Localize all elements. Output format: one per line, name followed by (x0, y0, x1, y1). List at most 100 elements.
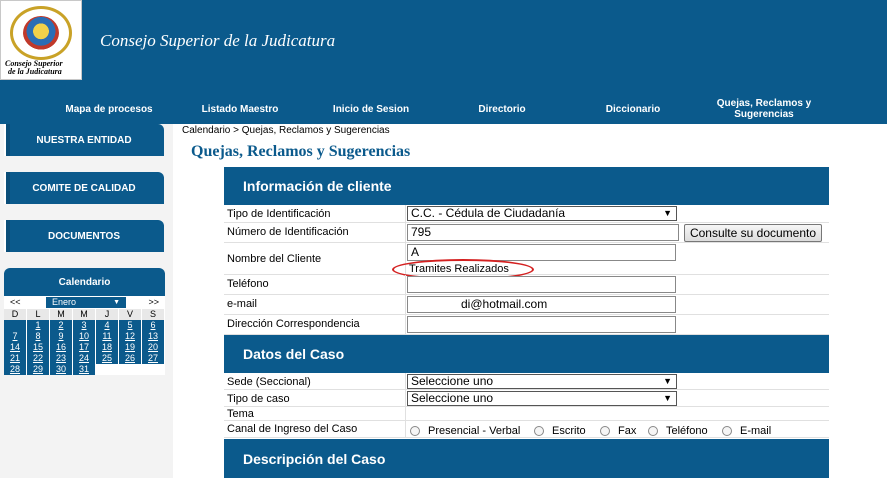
nav-item-listado-maestro[interactable]: Listado Maestro (180, 94, 300, 124)
radio-icon (722, 426, 732, 436)
calendar-day[interactable]: 14 (4, 342, 27, 353)
calendar-day[interactable]: 26 (119, 353, 142, 364)
id-type-value: C.C. - Cédula de Ciudadanía (411, 206, 566, 220)
calendar-day[interactable]: 1 (27, 320, 50, 331)
seal-icon (10, 6, 72, 60)
canal-option-label: Teléfono (666, 425, 708, 437)
sidebar-item-comite-de-calidad[interactable]: COMITE DE CALIDAD (4, 172, 164, 204)
calendar-day[interactable]: 2 (50, 320, 73, 331)
calendar-day[interactable]: 7 (4, 331, 27, 342)
canal-option-label: E-mail (740, 425, 772, 437)
logo[interactable]: Consejo Superior de la Judicatura (0, 0, 82, 80)
calendar-widget: Calendario << Enero ▼ >> DLMMJVS12345678… (4, 268, 165, 375)
calendar-day[interactable]: 20 (142, 342, 165, 353)
coat-of-arms-icon (23, 16, 59, 50)
calendar-blank-cell (119, 364, 142, 375)
logo-text: Consejo Superior de la Judicatura (5, 60, 79, 76)
calendar-day[interactable]: 8 (27, 331, 50, 342)
calendar-day[interactable]: 31 (73, 364, 96, 375)
sede-select[interactable]: Seleccione uno ▼ (407, 374, 677, 389)
consult-document-button[interactable]: Consulte su documento (684, 224, 822, 242)
calendar-day[interactable]: 15 (27, 342, 50, 353)
calendar-day[interactable]: 12 (119, 331, 142, 342)
address-input[interactable] (407, 316, 676, 333)
calendar-day[interactable]: 18 (96, 342, 119, 353)
sidebar-item-documentos[interactable]: DOCUMENTOS (4, 220, 164, 252)
calendar-day[interactable]: 21 (4, 353, 27, 364)
calendar-month-select[interactable]: Enero ▼ (46, 297, 126, 308)
calendar-day[interactable]: 5 (119, 320, 142, 331)
calendar-empty-cell (4, 320, 27, 331)
nav-item-inicio-de-sesion[interactable]: Inicio de Sesion (310, 94, 432, 124)
sidebar-item-label: NUESTRA ENTIDAD (36, 134, 132, 146)
calendar-day[interactable]: 24 (73, 353, 96, 364)
phone-input[interactable] (407, 276, 676, 293)
section-header-case: Datos del Caso (224, 335, 829, 373)
calendar-dow: S (142, 309, 165, 320)
calendar-day[interactable]: 6 (142, 320, 165, 331)
calendar-dow: D (4, 309, 27, 320)
calendar-next-button[interactable]: >> (148, 297, 159, 307)
canal-option-label: Fax (618, 425, 637, 437)
row-divider (405, 275, 406, 294)
section-header-client: Información de cliente (224, 167, 829, 205)
calendar-day[interactable]: 28 (4, 364, 27, 375)
row-divider (405, 390, 406, 406)
nav-item-diccionario[interactable]: Diccionario (572, 94, 694, 124)
calendar-dow: J (96, 309, 119, 320)
canal-radio-presencial[interactable]: Presencial - Verbal (410, 425, 520, 437)
calendar-day[interactable]: 29 (27, 364, 50, 375)
calendar-day[interactable]: 23 (50, 353, 73, 364)
calendar-day[interactable]: 3 (73, 320, 96, 331)
radio-icon (600, 426, 610, 436)
client-name-value: A (411, 245, 420, 259)
calendar-day[interactable]: 17 (73, 342, 96, 353)
sidebar-accent (4, 124, 10, 156)
calendar-dow: M (73, 309, 96, 320)
phone-label: Teléfono (227, 278, 269, 290)
canal-option-label: Presencial - Verbal (428, 425, 521, 437)
id-number-input[interactable]: 795 (407, 224, 679, 241)
sidebar-accent (4, 172, 10, 204)
calendar-day[interactable]: 10 (73, 331, 96, 342)
calendar-day[interactable]: 30 (50, 364, 73, 375)
canal-radio-email[interactable]: E-mail (722, 425, 771, 437)
canal-radio-fax[interactable]: Fax (600, 425, 636, 437)
row-divider (405, 223, 406, 242)
calendar-day[interactable]: 13 (142, 331, 165, 342)
calendar-day[interactable]: 11 (96, 331, 119, 342)
site-title: Consejo Superior de la Judicatura (100, 31, 336, 50)
site-header: Consejo Superior de la Judicatura Consej… (0, 0, 887, 124)
sede-value: Seleccione uno (411, 374, 494, 388)
radio-icon (410, 426, 420, 436)
chevron-down-icon: ▼ (663, 376, 672, 386)
calendar-day[interactable]: 4 (96, 320, 119, 331)
page-title: Quejas, Reclamos y Sugerencias (191, 143, 411, 160)
canal-option-label: Escrito (552, 425, 586, 437)
row-divider (405, 315, 406, 334)
calendar-grid: D L M M J V S 1 2 3 4 5 6 7 8 9 10 11 12 13 14 15 16 17 18 19 20 21… (4, 309, 165, 375)
chevron-down-icon: ▼ (663, 393, 672, 403)
calendar-month-value: Enero (52, 297, 77, 307)
form-row-tema: Tema (224, 407, 829, 421)
calendar-day[interactable]: 25 (96, 353, 119, 364)
calendar-prev-button[interactable]: << (10, 297, 21, 307)
redacted-text (411, 298, 461, 308)
radio-icon (534, 426, 544, 436)
calendar-day[interactable]: 19 (119, 342, 142, 353)
nav-item-mapa-de-procesos[interactable]: Mapa de procesos (45, 94, 173, 124)
calendar-day[interactable]: 27 (142, 353, 165, 364)
calendar-day[interactable]: 9 (50, 331, 73, 342)
nav-item-quejas[interactable]: Quejas, Reclamos y Sugerencias (703, 94, 825, 124)
email-input[interactable]: di@hotmail.com (407, 296, 676, 313)
nav-item-directorio[interactable]: Directorio (440, 94, 564, 124)
calendar-day[interactable]: 16 (50, 342, 73, 353)
calendar-day[interactable]: 22 (27, 353, 50, 364)
canal-radio-escrito[interactable]: Escrito (534, 425, 586, 437)
breadcrumb[interactable]: Calendario > Quejas, Reclamos y Sugerenc… (182, 125, 390, 136)
sidebar-item-nuestra-entidad[interactable]: NUESTRA ENTIDAD (4, 124, 164, 156)
canal-radio-telefono[interactable]: Teléfono (648, 425, 708, 437)
id-type-select[interactable]: C.C. - Cédula de Ciudadanía ▼ (407, 206, 677, 221)
case-type-select[interactable]: Seleccione uno ▼ (407, 391, 677, 406)
chevron-down-icon: ▼ (113, 299, 120, 306)
